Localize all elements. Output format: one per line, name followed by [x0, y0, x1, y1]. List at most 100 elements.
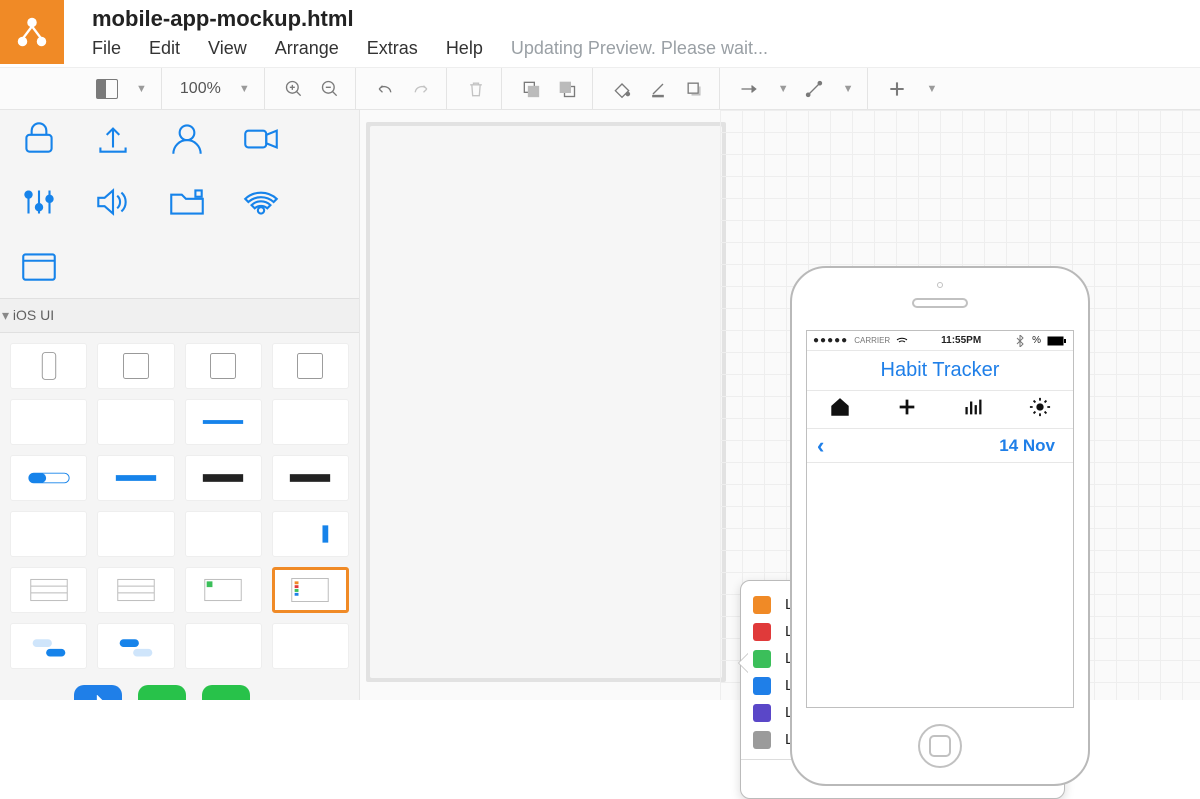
signal-dots: ●●●●● — [813, 335, 848, 346]
line-color-icon[interactable] — [647, 78, 669, 100]
zoom-out-icon[interactable] — [319, 78, 341, 100]
iphone-mockup[interactable]: ●●●●● CARRIER 11:55PM % Habit Tracker — [790, 266, 1090, 786]
app-title: Habit Tracker — [807, 351, 1073, 391]
zoom-in-icon[interactable] — [283, 78, 305, 100]
menu-arrange[interactable]: Arrange — [275, 38, 339, 59]
lock-icon[interactable] — [14, 118, 64, 158]
bottom-chips — [10, 679, 349, 700]
to-front-icon[interactable] — [520, 78, 542, 100]
tab-add-icon[interactable] — [896, 396, 918, 423]
folder-icon[interactable] — [162, 182, 212, 222]
layout-toggle[interactable] — [96, 78, 118, 100]
menu-extras[interactable]: Extras — [367, 38, 418, 59]
shape-iphone[interactable] — [10, 343, 87, 389]
zoom-level[interactable]: 100% — [180, 80, 221, 98]
hotspot-chip[interactable] — [138, 685, 186, 700]
color-swatch — [753, 704, 771, 722]
battery-icon — [1047, 336, 1067, 346]
user-icon[interactable] — [162, 118, 212, 158]
app-logo — [0, 0, 64, 64]
color-swatch — [753, 650, 771, 668]
phone-screen: ●●●●● CARRIER 11:55PM % Habit Tracker — [806, 330, 1074, 708]
tab-stats-icon[interactable] — [962, 396, 984, 423]
main-area: iOS UI — [0, 110, 1200, 700]
status-text: Updating Preview. Please wait... — [511, 38, 768, 59]
shape-ipad2[interactable] — [185, 343, 262, 389]
phone-speaker — [912, 298, 968, 308]
to-back-icon[interactable] — [556, 78, 578, 100]
shape-divider2[interactable] — [97, 399, 174, 445]
document-title[interactable]: mobile-app-mockup.html — [92, 6, 1180, 32]
undo-icon[interactable] — [374, 78, 396, 100]
shape-ipad[interactable] — [97, 343, 174, 389]
carrier-label: CARRIER — [854, 336, 890, 345]
toolbar: ▼ 100%▼ ▼ ▼ ▼ — [0, 68, 1200, 110]
section-label: iOS UI — [13, 307, 54, 323]
menu-bar: File Edit View Arrange Extras Help Updat… — [92, 38, 1180, 59]
phone-camera — [937, 282, 943, 288]
bluetooth-chip[interactable] — [74, 685, 122, 700]
status-bar: ●●●●● CARRIER 11:55PM % — [807, 331, 1073, 351]
shape-cell-list-selected[interactable] — [272, 567, 349, 613]
shape-text2[interactable] — [272, 623, 349, 669]
shape-divider1[interactable] — [10, 399, 87, 445]
shadow-icon[interactable] — [683, 78, 705, 100]
page-background — [366, 122, 726, 682]
window-icon[interactable] — [14, 246, 64, 286]
canvas[interactable]: Label›Label›Label›Label›Label›Label› Cel… — [360, 110, 1200, 700]
shape-text[interactable] — [185, 623, 262, 669]
upload-icon[interactable] — [88, 118, 138, 158]
color-swatch — [753, 596, 771, 614]
shape-ipad3[interactable] — [272, 343, 349, 389]
battery-pct: % — [1032, 335, 1041, 346]
menu-help[interactable]: Help — [446, 38, 483, 59]
color-swatch — [753, 731, 771, 749]
connection-style-icon[interactable] — [738, 78, 760, 100]
shape-divider3[interactable] — [272, 399, 349, 445]
shape-segment3[interactable] — [185, 455, 262, 501]
shape-chat1[interactable] — [10, 623, 87, 669]
date-label[interactable]: 14 Nov — [999, 436, 1055, 456]
link-chip[interactable] — [202, 685, 250, 700]
shape-palette — [10, 333, 349, 679]
shape-misc2[interactable] — [97, 511, 174, 557]
shape-segment2[interactable] — [97, 455, 174, 501]
shape-misc4[interactable] — [272, 511, 349, 557]
date-row: ‹ 14 Nov — [807, 429, 1073, 463]
tab-settings-icon[interactable] — [1029, 396, 1051, 423]
wifi-status-icon — [896, 336, 908, 346]
color-swatch — [753, 677, 771, 695]
waypoint-style-icon[interactable] — [803, 78, 825, 100]
tab-home-icon[interactable] — [829, 396, 851, 423]
shape-chat2[interactable] — [97, 623, 174, 669]
fill-icon[interactable] — [611, 78, 633, 100]
scratchpad-icons — [10, 116, 349, 298]
clock: 11:55PM — [914, 335, 1008, 346]
sliders-icon[interactable] — [14, 182, 64, 222]
shape-table3[interactable] — [185, 567, 262, 613]
shape-table1[interactable] — [10, 567, 87, 613]
bluetooth-status-icon — [1014, 335, 1026, 347]
shape-segment1[interactable] — [10, 455, 87, 501]
shape-segment4[interactable] — [272, 455, 349, 501]
color-swatch — [753, 623, 771, 641]
volume-icon[interactable] — [88, 182, 138, 222]
shape-misc1[interactable] — [10, 511, 87, 557]
insert-icon[interactable] — [886, 78, 908, 100]
section-ios-ui[interactable]: iOS UI — [0, 298, 359, 333]
wifi-icon[interactable] — [236, 182, 286, 222]
video-icon[interactable] — [236, 118, 286, 158]
menu-edit[interactable]: Edit — [149, 38, 180, 59]
shape-bar-blue[interactable] — [185, 399, 262, 445]
app-header: mobile-app-mockup.html File Edit View Ar… — [0, 0, 1200, 68]
menu-file[interactable]: File — [92, 38, 121, 59]
redo-icon[interactable] — [410, 78, 432, 100]
shapes-sidebar: iOS UI — [0, 110, 360, 700]
shape-table2[interactable] — [97, 567, 174, 613]
delete-icon[interactable] — [465, 78, 487, 100]
back-chevron-icon[interactable]: ‹ — [817, 433, 824, 459]
home-button[interactable] — [918, 724, 962, 768]
tab-bar — [807, 391, 1073, 429]
shape-misc3[interactable] — [185, 511, 262, 557]
menu-view[interactable]: View — [208, 38, 247, 59]
